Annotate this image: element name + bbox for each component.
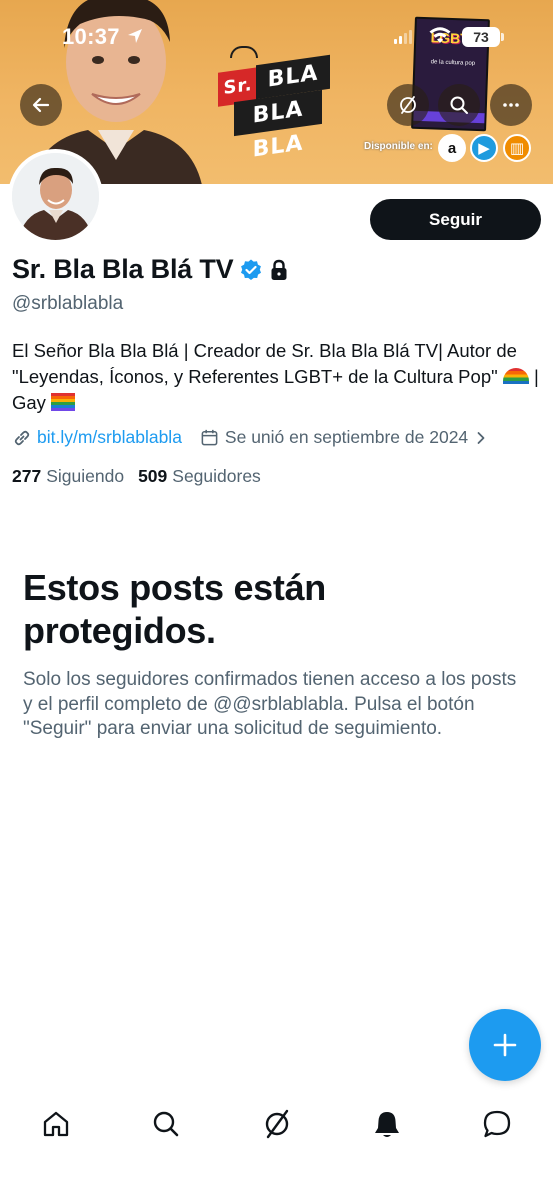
link-icon <box>14 430 30 445</box>
avatar-image <box>12 153 99 240</box>
verified-badge-icon[interactable] <box>239 258 263 282</box>
grok-icon <box>400 96 416 114</box>
rainbow-emoji-icon <box>502 368 529 384</box>
nav-messages[interactable] <box>481 1108 513 1140</box>
protected-title: Estos posts están protegidos. <box>23 567 326 651</box>
battery-icon: 73 <box>462 27 500 47</box>
back-button[interactable] <box>20 84 62 126</box>
followers-label[interactable]: Seguidores <box>172 466 261 487</box>
protected-description: Solo los seguidores confirmados tienen a… <box>23 669 517 739</box>
follow-counts: 277 Siguiendo 509 Seguidores <box>12 466 275 487</box>
more-horizontal-icon <box>503 103 519 107</box>
arrow-left-icon <box>32 97 50 113</box>
location-arrow-icon <box>128 29 142 43</box>
nav-home[interactable] <box>40 1108 72 1140</box>
grok-button[interactable] <box>387 84 429 126</box>
chevron-right-icon[interactable] <box>474 431 488 445</box>
battery-tip <box>501 33 504 41</box>
handle: @srblablabla <box>12 293 124 314</box>
notifications-icon <box>375 1112 399 1137</box>
wifi-icon <box>429 27 451 43</box>
kobo-icon: ▶ <box>470 134 498 162</box>
follow-button[interactable]: Seguir <box>370 199 541 240</box>
profile-meta: bit.ly/m/srblablabla Se unió en septiemb… <box>12 427 488 448</box>
calendar-icon <box>201 429 218 446</box>
available-label: Disponible en: <box>364 141 433 152</box>
avatar[interactable] <box>8 149 103 244</box>
tv-antenna-icon <box>230 46 258 58</box>
banner-logo: Sr. BLA BLA BLA <box>212 46 344 163</box>
lock-icon <box>271 259 287 280</box>
search-button[interactable] <box>438 84 480 126</box>
display-name: Sr. Bla Bla Blá TV <box>12 254 234 284</box>
joined-date: Se unió en septiembre de 2024 <box>224 427 469 447</box>
status-time: 10:37 <box>62 24 120 49</box>
search-icon <box>450 96 468 114</box>
bio: El Señor Bla Bla Blá | Creador de Sr. Bl… <box>12 338 542 416</box>
home-icon <box>43 1111 69 1137</box>
search-icon <box>153 1111 179 1137</box>
nav-notifications[interactable] <box>371 1108 403 1140</box>
amazon-icon: a <box>438 134 466 162</box>
profile-link[interactable]: bit.ly/m/srblablabla <box>37 427 182 448</box>
messages-icon <box>483 1110 511 1138</box>
bio-text-1: El Señor Bla Bla Blá | Creador de Sr. Bl… <box>12 340 517 387</box>
nav-grok[interactable] <box>261 1108 293 1140</box>
signal-icon <box>394 30 412 44</box>
following-label[interactable]: Siguiendo <box>46 466 124 487</box>
more-button[interactable] <box>490 84 532 126</box>
books-icon: ▥ <box>503 134 531 162</box>
plus-icon <box>493 1033 517 1057</box>
book-subtitle: de la cultura pop <box>430 59 476 67</box>
name-row: Sr. Bla Bla Blá TV <box>12 254 289 285</box>
rainbow-flag-emoji-icon <box>51 393 76 411</box>
compose-button[interactable] <box>469 1009 541 1081</box>
nav-search[interactable] <box>150 1108 182 1140</box>
followers-count[interactable]: 509 <box>138 466 167 487</box>
grok-icon <box>265 1109 289 1139</box>
following-count[interactable]: 277 <box>12 466 41 487</box>
